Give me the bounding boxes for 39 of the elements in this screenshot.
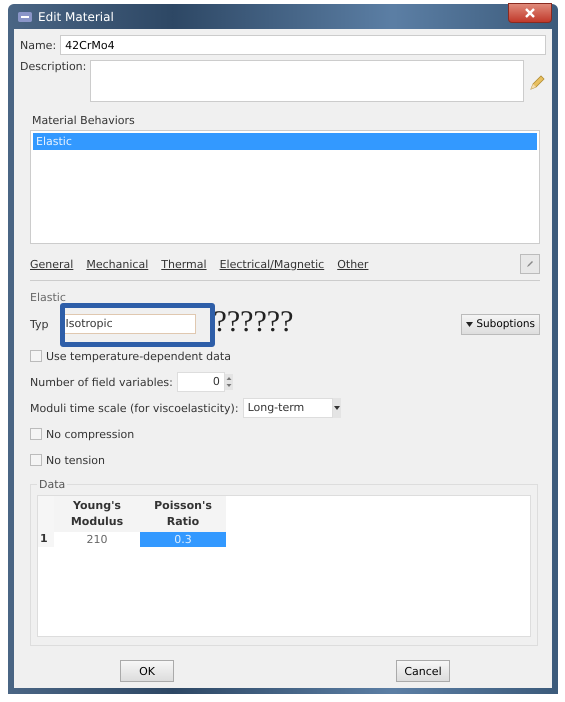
row-number: 1 — [38, 532, 54, 547]
name-label: Name: — [20, 38, 56, 52]
close-button[interactable] — [508, 2, 552, 22]
checkbox[interactable] — [30, 428, 42, 440]
timescale-combo[interactable]: Long-term — [242, 398, 333, 418]
description-field[interactable] — [90, 60, 524, 102]
table-cell[interactable]: 210 — [54, 532, 140, 547]
type-label: Typ — [30, 318, 48, 330]
checkbox[interactable] — [30, 350, 42, 362]
pencil-icon[interactable] — [528, 74, 546, 92]
field-label: Number of field variables: — [30, 376, 173, 388]
suboptions-button[interactable]: Suboptions — [461, 314, 540, 334]
checkbox[interactable] — [30, 454, 42, 466]
close-icon — [524, 6, 536, 18]
menu-item[interactable]: General — [30, 258, 74, 270]
checkbox-label: No compression — [46, 428, 134, 440]
menu-item[interactable]: Mechanical — [86, 258, 148, 270]
description-label: Description: — [20, 60, 86, 73]
menu-item[interactable]: Other — [337, 258, 368, 270]
ok-button[interactable]: OK — [120, 660, 174, 682]
pencil-icon — [525, 259, 535, 269]
group-title: Data — [38, 478, 66, 491]
window-title: Edit Material — [38, 10, 114, 24]
behaviors-title: Material Behaviors — [32, 114, 136, 127]
column-header: Young's Modulus — [54, 496, 140, 532]
name-field[interactable]: 42CrMo4 — [60, 35, 546, 55]
cancel-button[interactable]: Cancel — [396, 660, 450, 682]
dropdown-arrow-icon — [466, 322, 473, 327]
edit-button[interactable] — [520, 254, 540, 274]
checkbox-label: Use temperature-dependent data — [46, 350, 231, 362]
field-label: Moduli time scale (for viscoelasticity): — [30, 402, 239, 414]
spin-field[interactable]: 0 — [176, 372, 225, 392]
menu-item[interactable]: Thermal — [161, 258, 207, 270]
annotation-text: ?????? — [214, 305, 294, 339]
window-icon — [18, 12, 32, 22]
menu-item[interactable]: Electrical/Magnetic — [220, 258, 324, 270]
checkbox-label: No tension — [46, 454, 105, 466]
column-header: Poisson's Ratio — [140, 496, 226, 532]
section-title: Elastic — [30, 291, 67, 304]
